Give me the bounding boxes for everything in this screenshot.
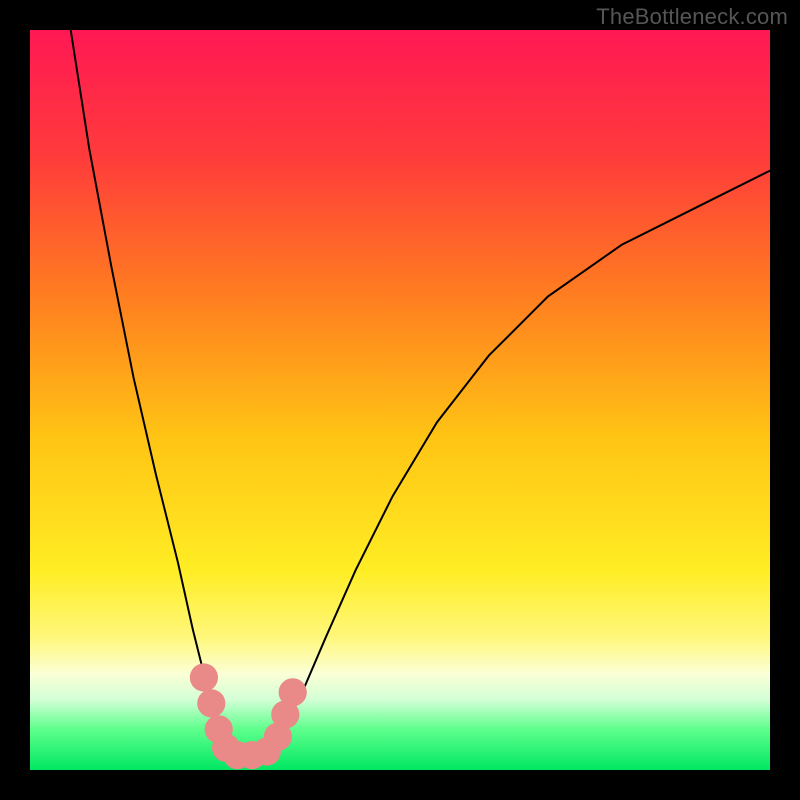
plot-background <box>30 30 770 770</box>
marker-dot <box>197 689 225 717</box>
marker-dot <box>190 663 218 691</box>
chart-frame: TheBottleneck.com <box>0 0 800 800</box>
watermark-text: TheBottleneck.com <box>596 4 788 30</box>
chart-canvas <box>0 0 800 800</box>
marker-dot <box>279 678 307 706</box>
